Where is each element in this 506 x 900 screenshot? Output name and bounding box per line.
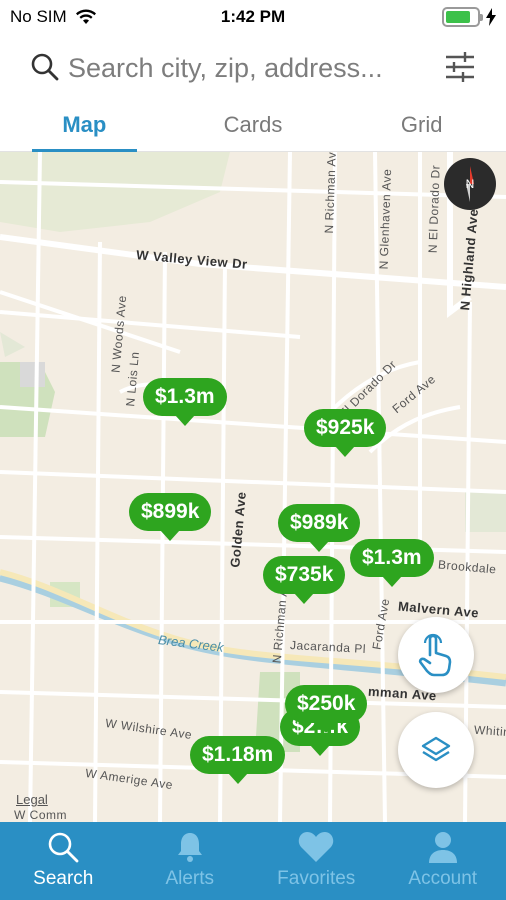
search-row xyxy=(0,40,506,96)
tab-cards[interactable]: Cards xyxy=(169,104,338,151)
bottom-tab-label: Favorites xyxy=(277,868,356,889)
tab-grid[interactable]: Grid xyxy=(337,104,506,151)
bottom-tab-alerts[interactable]: Alerts xyxy=(127,822,254,900)
map-layers-button[interactable] xyxy=(398,712,474,788)
compass-button[interactable]: N xyxy=(444,158,496,210)
hand-pointer-icon xyxy=(418,633,452,677)
bottom-tab-label: Account xyxy=(408,868,478,889)
price-pin[interactable]: $1.18m xyxy=(190,736,286,784)
compass-icon: N xyxy=(466,166,475,202)
bottom-tab-favorites[interactable]: Favorites xyxy=(253,822,380,900)
price-pin[interactable]: $989k xyxy=(278,504,361,552)
price-pin[interactable]: $735k xyxy=(263,556,346,604)
price-pin[interactable]: $250k xyxy=(285,685,368,733)
status-bar: No SIM 1:42 PM xyxy=(0,0,506,34)
street-label-commonwealth-w: W Comm xyxy=(14,808,67,822)
status-time: 1:42 PM xyxy=(220,7,286,26)
street-label-whittier: Whitin xyxy=(473,722,506,740)
battery-icon xyxy=(442,7,483,27)
bottom-tab-label: Alerts xyxy=(165,868,215,889)
heart-icon xyxy=(299,832,334,862)
price-pin[interactable]: $925k xyxy=(304,409,387,457)
bottom-tab-bar: Search Alerts Favorites Account xyxy=(0,822,506,900)
search-icon[interactable] xyxy=(30,52,60,82)
person-icon xyxy=(428,832,457,863)
price-pin[interactable]: $1.3m xyxy=(143,378,227,426)
search-input[interactable] xyxy=(68,48,428,88)
status-right xyxy=(442,7,496,27)
tab-map[interactable]: Map xyxy=(0,104,169,152)
map-view[interactable]: W Valley View Dr N Richman Ave N Glenhav… xyxy=(0,152,506,822)
legal-link[interactable]: Legal xyxy=(16,792,48,807)
view-tabs: Map Cards Grid xyxy=(0,104,506,152)
price-pin[interactable]: $1.3m xyxy=(350,539,434,587)
bottom-tab-label: Search xyxy=(33,868,94,889)
layers-icon xyxy=(421,736,451,762)
price-pin[interactable]: $899k xyxy=(129,493,212,541)
draw-search-button[interactable] xyxy=(398,617,474,693)
bell-icon xyxy=(177,833,202,862)
bottom-tab-search[interactable]: Search xyxy=(0,822,127,900)
charging-bolt-icon xyxy=(486,8,496,26)
search-icon xyxy=(48,832,79,863)
filter-sliders-icon[interactable] xyxy=(444,50,476,84)
battery-fill xyxy=(446,11,470,23)
bottom-tab-account[interactable]: Account xyxy=(380,822,506,900)
compass-letter: N xyxy=(466,177,475,191)
